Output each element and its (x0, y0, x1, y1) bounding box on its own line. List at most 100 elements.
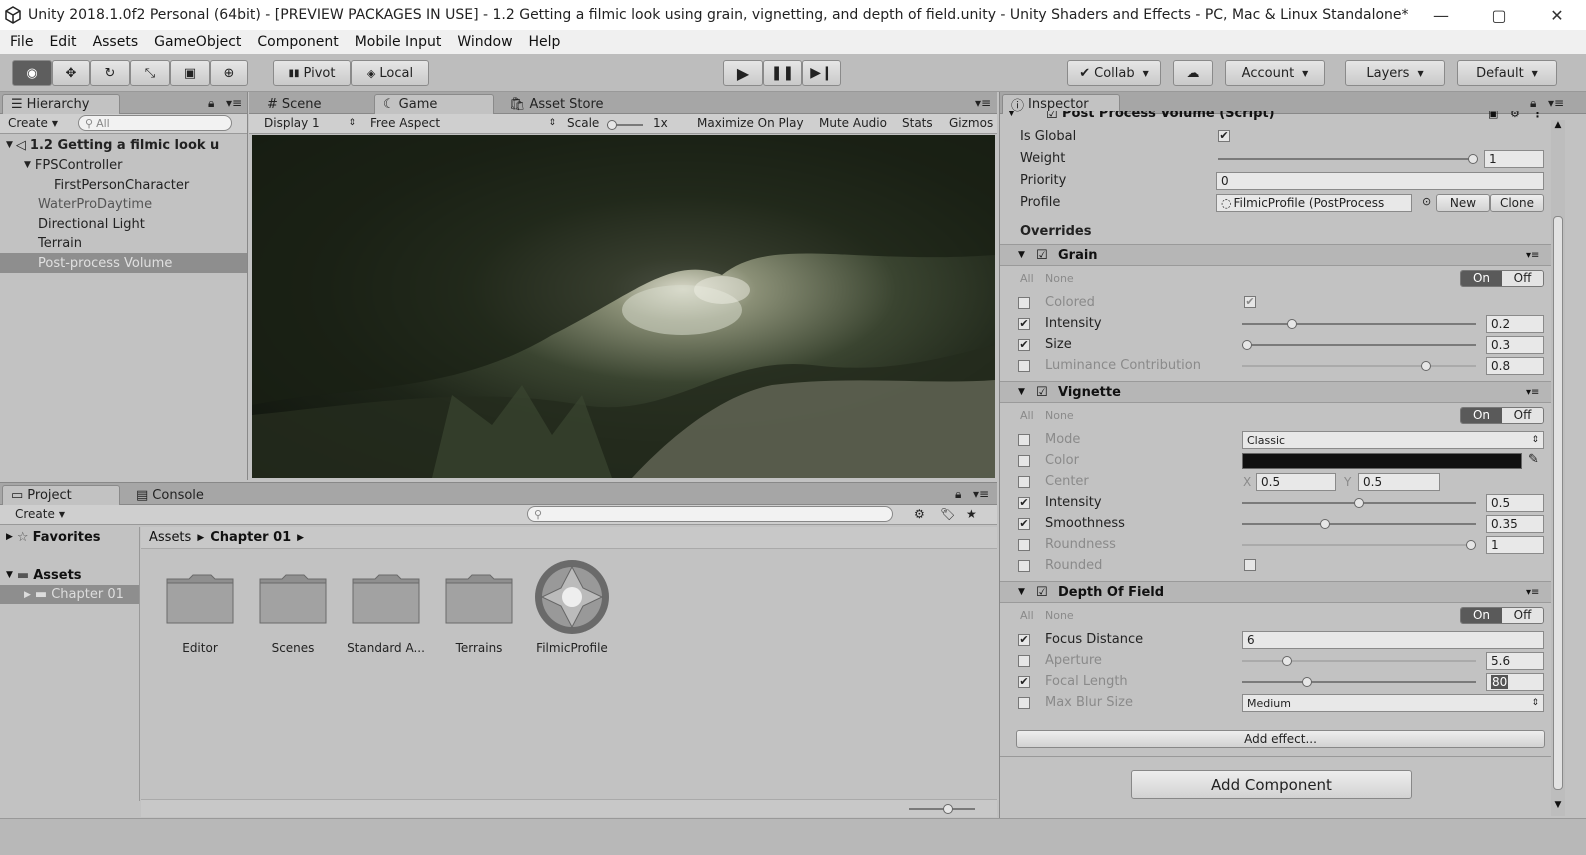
dof-focal-field[interactable]: 80 (1486, 673, 1544, 691)
priority-field[interactable]: 0 (1216, 172, 1544, 190)
hierarchy-item-waterprodaytime[interactable]: WaterProDaytime (0, 194, 247, 214)
grain-off-button[interactable]: Off (1502, 271, 1543, 286)
grain-none-button[interactable]: None (1045, 272, 1074, 285)
grain-size-slider[interactable] (1242, 340, 1476, 350)
grain-size-knob[interactable] (1242, 340, 1252, 350)
favorite-star-icon[interactable]: ★ (966, 507, 977, 521)
menu-file[interactable]: File (2, 34, 41, 50)
vignette-intensity-field[interactable]: 0.5 (1486, 494, 1544, 512)
grain-luminance-field[interactable]: 0.8 (1486, 357, 1544, 375)
vignette-rounded-override[interactable] (1018, 560, 1030, 572)
menu-gameobject[interactable]: GameObject (146, 34, 249, 50)
vignette-roundness-slider[interactable] (1242, 540, 1476, 550)
lock-icon[interactable]: 🔒︎ (955, 487, 961, 502)
chapter-row[interactable]: ▶ ▬ Chapter 01 (0, 585, 139, 604)
vignette-header[interactable]: ▼ ☑ Vignette ▾≡ (1000, 381, 1560, 403)
tab-hierarchy[interactable]: ☰ Hierarchy (2, 94, 120, 114)
dof-aperture-knob[interactable] (1282, 656, 1293, 666)
local-toggle[interactable]: ◈ Local (351, 60, 429, 86)
profile-clone-button[interactable]: Clone (1490, 194, 1544, 212)
grain-all-button[interactable]: All (1020, 272, 1034, 285)
grain-on-off-toggle[interactable]: On Off (1460, 270, 1544, 287)
menu-mobile-input[interactable]: Mobile Input (347, 34, 450, 50)
game-viewport[interactable] (252, 135, 995, 478)
icon-size-slider-knob[interactable] (943, 804, 953, 814)
step-button[interactable]: ▶❙ (802, 60, 841, 86)
vignette-center-x-field[interactable]: 0.5 (1256, 473, 1336, 491)
grain-size-field[interactable]: 0.3 (1486, 336, 1544, 354)
stats-toggle[interactable]: Stats (902, 116, 933, 130)
create-dropdown[interactable]: Create ▼ (8, 116, 58, 130)
grain-size-override[interactable]: ✔ (1018, 339, 1030, 351)
object-select-icon[interactable]: ⊙ (1422, 195, 1431, 208)
menu-component[interactable]: Component (249, 34, 346, 50)
filter-by-type-icon[interactable]: ⚙ (914, 507, 925, 521)
tab-scene[interactable]: # Scene (259, 94, 330, 114)
dof-focal-knob[interactable] (1302, 677, 1313, 687)
tab-console[interactable]: ▤ Console (128, 485, 212, 505)
dof-off-button[interactable]: Off (1502, 608, 1543, 623)
grain-intensity-field[interactable]: 0.2 (1486, 315, 1544, 333)
lock-icon[interactable]: 🔒︎ (208, 96, 214, 111)
section-menu-icon[interactable]: ▾≡ (1526, 250, 1539, 261)
hierarchy-item-terrain[interactable]: Terrain (0, 233, 247, 253)
grain-header[interactable]: ▼ ☑ Grain ▾≡ (1000, 244, 1560, 266)
vignette-on-button[interactable]: On (1461, 408, 1502, 423)
grain-luminance-knob[interactable] (1421, 361, 1432, 371)
profile-new-button[interactable]: New (1436, 194, 1490, 212)
component-header[interactable]: ▼ ☑ Post Process Volume (Script) ▣ ⚙ ⋮ (1000, 111, 1560, 125)
tab-project[interactable]: ▭ Project (2, 485, 120, 505)
move-tool-button[interactable]: ✥ (52, 60, 90, 86)
transform-tool-button[interactable]: ⊕ (210, 60, 248, 86)
breadcrumb-assets[interactable]: Assets (149, 530, 191, 545)
is-global-checkbox[interactable]: ✔ (1218, 130, 1230, 142)
vignette-roundness-field[interactable]: 1 (1486, 536, 1544, 554)
scroll-thumb[interactable] (1553, 216, 1563, 790)
create-dropdown[interactable]: Create ▼ (15, 507, 65, 521)
scale-slider[interactable] (607, 120, 643, 130)
vignette-intensity-override[interactable]: ✔ (1018, 497, 1030, 509)
add-effect-button[interactable]: Add effect... (1016, 730, 1545, 748)
vignette-off-button[interactable]: Off (1502, 408, 1543, 423)
grain-on-button[interactable]: On (1461, 271, 1502, 286)
scene-root[interactable]: ▼ ◁ 1.2 Getting a filmic look u (0, 135, 247, 155)
vignette-all-button[interactable]: All (1020, 409, 1034, 422)
filter-by-label-icon[interactable]: 🏷︎ (940, 507, 955, 521)
vignette-color-override[interactable] (1018, 455, 1030, 467)
vignette-smoothness-override[interactable]: ✔ (1018, 518, 1030, 530)
tab-game[interactable]: ☾ Game (374, 94, 494, 114)
vignette-roundness-override[interactable] (1018, 539, 1030, 551)
rect-tool-button[interactable]: ▣ (170, 60, 210, 86)
panel-menu-icon[interactable]: ▾≡ (1548, 96, 1564, 110)
lock-icon[interactable]: 🔒︎ (1530, 96, 1536, 111)
menu-help[interactable]: Help (521, 34, 569, 50)
dof-focal-override[interactable]: ✔ (1018, 676, 1030, 688)
dof-on-button[interactable]: On (1461, 608, 1502, 623)
folder-terrains-icon[interactable] (444, 571, 514, 625)
vignette-rounded-checkbox[interactable] (1244, 559, 1256, 571)
grain-colored-checkbox[interactable]: ✔ (1244, 296, 1256, 308)
help-icon[interactable]: ▣ (1488, 111, 1498, 120)
grain-intensity-knob[interactable] (1286, 319, 1297, 329)
vignette-center-override[interactable] (1018, 476, 1030, 488)
dof-on-off-toggle[interactable]: On Off (1460, 607, 1544, 624)
dof-header[interactable]: ▼ ☑ Depth Of Field ▾≡ (1000, 581, 1560, 603)
grain-intensity-override[interactable]: ✔ (1018, 318, 1030, 330)
scale-slider-knob[interactable] (607, 120, 617, 130)
add-component-button[interactable]: Add Component (1131, 770, 1412, 799)
weight-field[interactable]: 1 (1484, 150, 1544, 168)
folder-standard-assets-icon[interactable] (351, 571, 421, 625)
display-dropdown[interactable]: Display 1 ⇕ (264, 116, 356, 130)
vignette-roundness-knob[interactable] (1466, 540, 1476, 550)
hierarchy-search-input[interactable]: ⚲ All (78, 115, 232, 131)
dof-focus-field[interactable]: 6 (1242, 631, 1544, 649)
menu-assets[interactable]: Assets (85, 34, 147, 50)
post-process-profile-icon[interactable] (533, 558, 611, 636)
grain-luminance-slider[interactable] (1242, 361, 1476, 371)
dof-none-button[interactable]: None (1045, 609, 1074, 622)
dof-aperture-field[interactable]: 5.6 (1486, 652, 1544, 670)
panel-menu-icon[interactable]: ▾≡ (226, 96, 242, 110)
breadcrumb-chapter[interactable]: Chapter 01 (210, 530, 291, 545)
vignette-mode-dropdown[interactable]: Classic ⇕ (1242, 431, 1544, 449)
panel-menu-icon[interactable]: ▾≡ (973, 487, 989, 501)
